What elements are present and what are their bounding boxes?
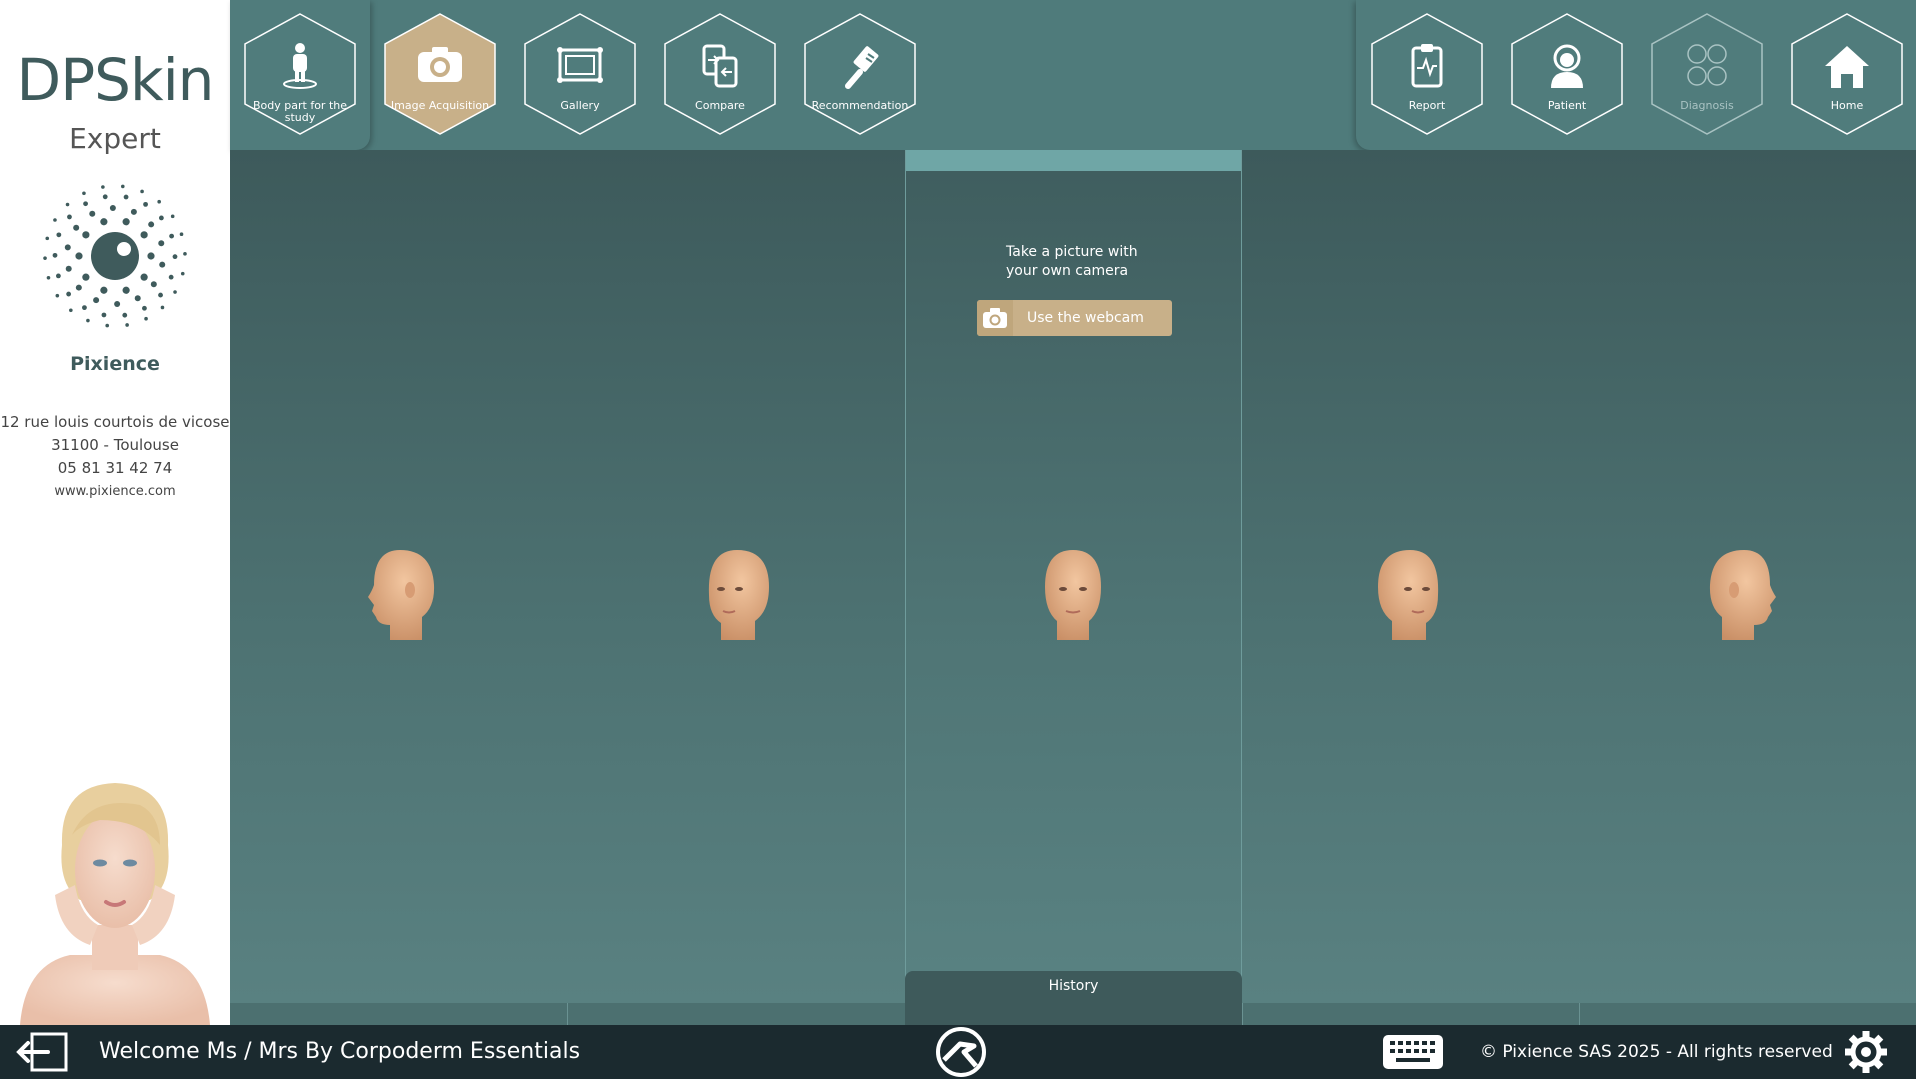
sidebar: DPSkin Expert Pixience 12 rue louis cour…: [0, 0, 230, 1025]
home-button[interactable]: Home: [1790, 12, 1904, 136]
camera-instruction-line1: Take a picture with: [1006, 244, 1138, 260]
recommendation-icon: [845, 46, 879, 89]
diagnosis-label: Diagnosis: [1680, 99, 1734, 112]
home-label: Home: [1830, 99, 1864, 112]
report-button[interactable]: Report: [1370, 12, 1484, 136]
head-right-profile-view[interactable]: [1704, 545, 1784, 645]
diagnosis-icon: [1687, 44, 1727, 86]
recommendation-label: Recommendation: [811, 99, 909, 112]
company-phone: 05 81 31 42 74: [57, 459, 173, 477]
home-icon: [1825, 46, 1869, 88]
logout-icon[interactable]: [14, 1031, 70, 1073]
app-brand-subtitle: Expert: [69, 122, 161, 155]
use-webcam-label: Use the webcam: [1027, 310, 1144, 326]
gallery-button[interactable]: Gallery: [523, 12, 637, 136]
pixience-logo-icon: [43, 184, 187, 328]
webcam-camera-icon: [977, 300, 1013, 336]
image-acquisition-button[interactable]: Image Acquisition: [383, 12, 497, 136]
head-left-profile-view[interactable]: [360, 545, 440, 645]
camera-icon: [418, 47, 462, 82]
copyright-text: © Pixience SAS 2025 - All rights reserve…: [1480, 1042, 1833, 1062]
app-brand-title: DPSkin: [16, 46, 215, 114]
patient-icon: [1551, 44, 1583, 88]
keyboard-icon[interactable]: [1382, 1034, 1444, 1070]
camera-instruction-line2: your own camera: [1006, 263, 1129, 279]
body-part-label: Body part for the study: [253, 99, 347, 124]
body-part-icon: [283, 43, 317, 89]
diagnosis-button[interactable]: Diagnosis: [1650, 12, 1764, 136]
compare-button[interactable]: Compare: [663, 12, 777, 136]
company-website: www.pixience.com: [54, 484, 176, 499]
company-name: Pixience: [70, 353, 160, 375]
dpskin-logo-icon[interactable]: [934, 1026, 988, 1078]
acquisition-area: Take a picture with your own camera Use …: [230, 150, 1916, 1025]
strip-2: [567, 1003, 905, 1025]
gallery-label: Gallery: [560, 99, 600, 112]
gallery-icon: [557, 47, 603, 83]
body-part-button[interactable]: Body part for the study: [243, 12, 357, 136]
image-acquisition-label: Image Acquisition: [390, 99, 490, 112]
head-left-three-quarter-view[interactable]: [697, 545, 777, 645]
head-front-view[interactable]: [1033, 545, 1113, 645]
strip-4: [1242, 1003, 1579, 1025]
recommendation-button[interactable]: Recommendation: [803, 12, 917, 136]
camera-instruction: Take a picture with your own camera: [1006, 243, 1156, 281]
history-tab[interactable]: History: [905, 971, 1242, 1025]
strip-5: [1579, 1003, 1916, 1025]
woman-portrait-image: [20, 783, 210, 1025]
footer-bar: Welcome Ms / Mrs By Corpoderm Essentials…: [0, 1025, 1916, 1079]
report-icon: [1411, 44, 1443, 88]
settings-gear-icon[interactable]: [1843, 1030, 1889, 1074]
report-label: Report: [1408, 99, 1446, 112]
compare-icon: [702, 44, 738, 88]
address-city: 31100 - Toulouse: [51, 436, 179, 454]
compare-label: Compare: [695, 99, 745, 112]
patient-label: Patient: [1547, 99, 1587, 112]
address-street: 12 rue louis courtois de vicose: [0, 413, 230, 431]
head-right-three-quarter-view[interactable]: [1370, 545, 1450, 645]
patient-button[interactable]: Patient: [1510, 12, 1624, 136]
use-webcam-button[interactable]: Use the webcam: [977, 300, 1172, 336]
company-address: 12 rue louis courtois de vicose 31100 - …: [0, 411, 230, 503]
center-column-header: [906, 150, 1241, 171]
welcome-message: Welcome Ms / Mrs By Corpoderm Essentials: [99, 1039, 581, 1064]
strip-1: [230, 1003, 567, 1025]
